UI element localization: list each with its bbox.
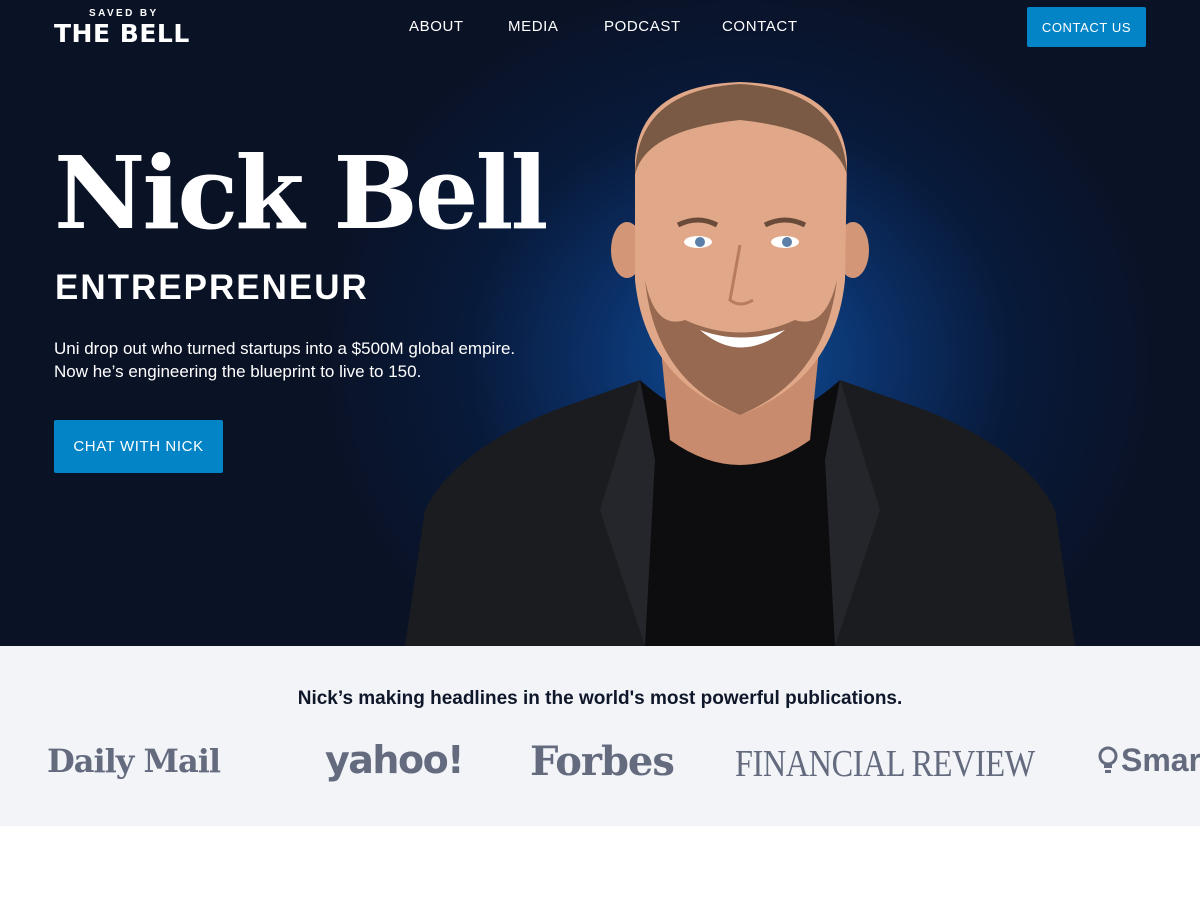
lightbulb-icon bbox=[1098, 746, 1118, 773]
nav-item-about[interactable]: ABOUT bbox=[409, 18, 464, 35]
hero-description: Uni drop out who turned startups into a … bbox=[54, 337, 574, 383]
press-section: Nick’s making headlines in the world's m… bbox=[0, 646, 1200, 826]
smart-logo-text: Smar bbox=[1121, 742, 1200, 778]
hero-section: SAVED BY THE BELL ABOUT MEDIA PODCAST CO… bbox=[0, 0, 1200, 646]
hero-subtitle: ENTREPRENEUR bbox=[55, 268, 369, 307]
description-line-2: Now he’s engineering the blueprint to li… bbox=[54, 362, 422, 381]
nav-item-contact[interactable]: CONTACT bbox=[722, 18, 798, 35]
yahoo-logo: yahoo! bbox=[325, 738, 465, 782]
description-line-1: Uni drop out who turned startups into a … bbox=[54, 339, 516, 358]
contact-us-button[interactable]: CONTACT US bbox=[1027, 7, 1146, 47]
logo-tagline: SAVED BY bbox=[89, 8, 159, 19]
site-logo[interactable]: SAVED BY THE BELL bbox=[54, 8, 204, 48]
page-below-fold bbox=[0, 826, 1200, 900]
nav-item-podcast[interactable]: PODCAST bbox=[604, 18, 681, 35]
smart-logo: Smar bbox=[1097, 742, 1200, 779]
press-heading: Nick’s making headlines in the world's m… bbox=[297, 688, 903, 709]
logo-wordmark: THE BELL bbox=[54, 19, 190, 48]
daily-mail-logo: Daily Mail bbox=[47, 742, 221, 780]
financial-review-logo: FINANCIAL REVIEW bbox=[735, 743, 1035, 785]
nav-item-media[interactable]: MEDIA bbox=[508, 18, 559, 35]
forbes-logo: Forbes bbox=[530, 738, 675, 785]
chat-with-nick-button[interactable]: CHAT WITH NICK bbox=[54, 420, 223, 473]
hero-title: Nick Bell bbox=[54, 134, 549, 252]
